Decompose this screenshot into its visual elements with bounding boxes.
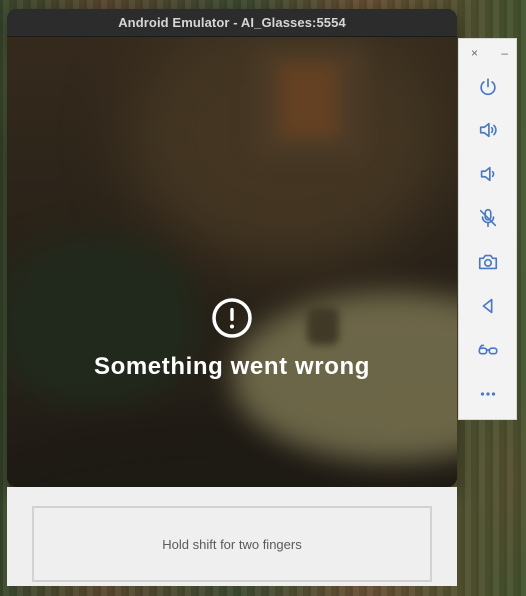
screen-dim-overlay: [7, 37, 457, 487]
error-message-group: Something went wrong: [7, 297, 457, 381]
touch-input-area[interactable]: Hold shift for two fingers: [32, 506, 432, 582]
window-titlebar[interactable]: Android Emulator - AI_Glasses:5554: [7, 9, 457, 37]
toolbar-window-controls: × –: [459, 43, 516, 63]
glasses-button[interactable]: [473, 335, 503, 365]
volume-down-button[interactable]: [473, 159, 503, 189]
close-icon[interactable]: ×: [471, 47, 478, 59]
mic-off-button[interactable]: [473, 203, 503, 233]
volume-up-icon: [479, 122, 497, 138]
screenshot-button[interactable]: [473, 247, 503, 277]
alert-icon: [212, 298, 252, 338]
back-icon: [482, 298, 493, 314]
window-title: Android Emulator - AI_Glasses:5554: [118, 15, 346, 30]
touch-hint-text: Hold shift for two fingers: [162, 536, 302, 552]
glasses-icon: [478, 344, 498, 355]
volume-down-icon: [480, 166, 495, 182]
more-icon: [480, 392, 496, 396]
power-icon: [480, 78, 496, 96]
error-message: Something went wrong: [94, 353, 370, 380]
mic-off-icon: [479, 208, 497, 228]
volume-up-button[interactable]: [473, 115, 503, 145]
touch-input-panel: Hold shift for two fingers: [7, 487, 457, 586]
camera-icon: [478, 254, 498, 270]
emulator-window: Android Emulator - AI_Glasses:5554 Somet…: [7, 9, 457, 487]
device-screen[interactable]: Something went wrong: [7, 37, 457, 487]
power-button[interactable]: [473, 72, 503, 102]
more-options-button[interactable]: [473, 379, 503, 409]
minimize-icon[interactable]: –: [501, 47, 508, 59]
emulator-toolbar: × –: [458, 38, 517, 420]
back-button[interactable]: [473, 291, 503, 321]
